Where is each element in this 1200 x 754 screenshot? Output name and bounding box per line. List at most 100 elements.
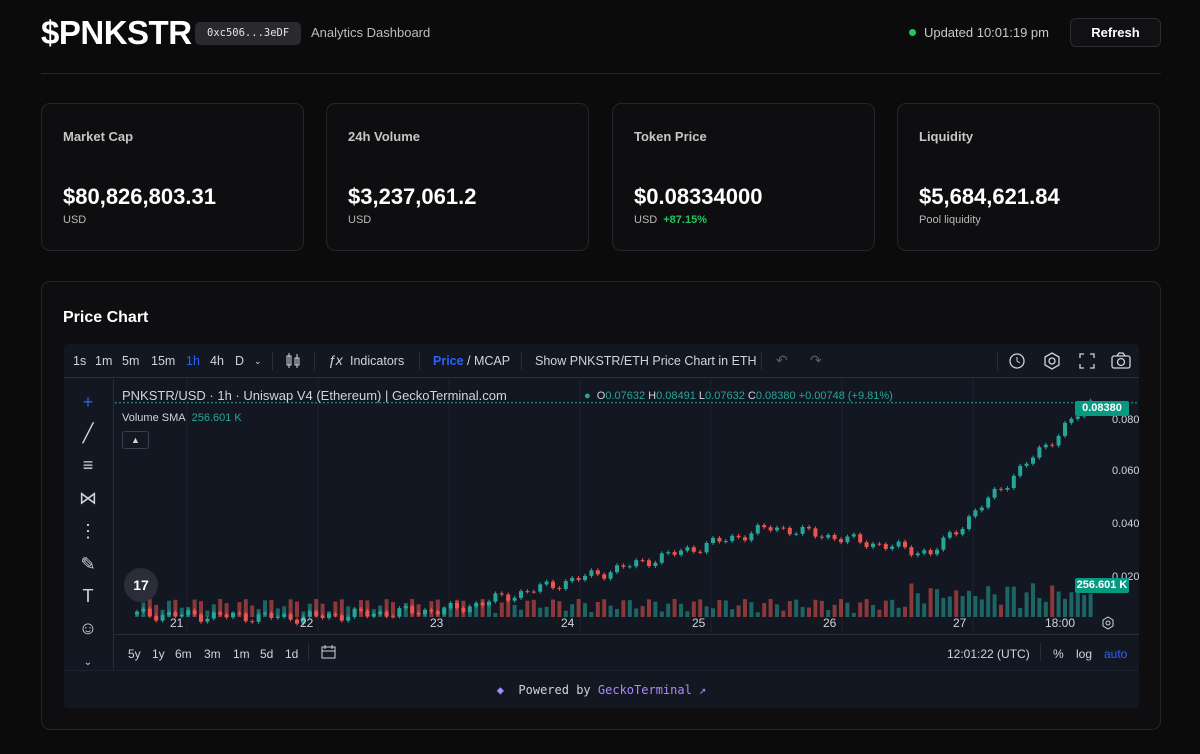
show-eth-button[interactable]: Show PNKSTR/ETH Price Chart in ETH <box>535 354 757 368</box>
candle <box>807 526 811 529</box>
x-tick: 24 <box>561 616 575 630</box>
candle <box>531 591 536 593</box>
mcap-toggle[interactable]: / MCAP <box>467 354 510 368</box>
pattern-icon[interactable]: ⋈ <box>76 486 100 510</box>
volume-bar <box>1069 592 1074 617</box>
volume-bar <box>717 600 722 617</box>
volume-bar <box>525 600 530 617</box>
volume-bar <box>295 601 299 617</box>
horizontal-lines-icon[interactable]: ≡ <box>76 453 100 477</box>
auto-toggle[interactable]: auto <box>1104 647 1127 661</box>
volume-bar <box>1018 607 1023 617</box>
volume-bar <box>583 603 587 617</box>
emoji-icon[interactable]: ☺ <box>76 616 100 640</box>
interval-1s[interactable]: 1s <box>73 354 86 368</box>
ohlc-change: +0.00748 (+9.81%) <box>798 390 893 402</box>
volume-bar <box>723 600 728 617</box>
ohlc-close: 0.08380 <box>755 390 796 402</box>
range-1y[interactable]: 1y <box>152 647 165 661</box>
volume-bar <box>973 595 978 617</box>
text-tool-icon[interactable]: T <box>76 584 100 608</box>
volume-bar <box>877 609 882 617</box>
prediction-icon[interactable]: ⋮ <box>76 519 100 543</box>
interval-1h[interactable]: 1h <box>186 354 200 368</box>
range-1d[interactable]: 1d <box>285 647 298 661</box>
camera-icon[interactable] <box>1110 351 1132 371</box>
range-3m[interactable]: 3m <box>204 647 221 661</box>
trend-line-icon[interactable]: ╱ <box>76 421 100 445</box>
volume-bar <box>935 589 939 617</box>
utc-clock[interactable]: 12:01:22 (UTC) <box>947 647 1030 661</box>
tradingview-logo[interactable]: 17 <box>124 568 158 602</box>
interval-5m[interactable]: 5m <box>122 354 139 368</box>
volume-bar <box>333 601 338 617</box>
stat-label: Liquidity <box>919 129 974 144</box>
calendar-range-icon[interactable] <box>320 643 338 661</box>
volume-bar <box>576 599 581 617</box>
volume-bar <box>1005 586 1010 617</box>
volume-bar <box>519 609 523 617</box>
candle <box>634 560 639 567</box>
candle-type-icon[interactable] <box>284 352 302 370</box>
volume-bar <box>243 599 248 617</box>
price-toggle[interactable]: Price <box>433 354 464 368</box>
percent-toggle[interactable]: % <box>1053 647 1064 661</box>
candle <box>551 581 555 588</box>
volume-bar <box>551 599 555 617</box>
volume-bar <box>557 601 562 617</box>
interval-d[interactable]: D <box>235 354 244 368</box>
update-status: Updated 10:01:19 pm <box>908 25 1049 40</box>
stat-card-token-price: Token Price $0.08334000 USD +87.15% <box>612 103 875 251</box>
fullscreen-icon[interactable] <box>1077 351 1097 371</box>
volume-bar <box>480 599 485 617</box>
candle <box>768 527 773 531</box>
range-5y[interactable]: 5y <box>128 647 141 661</box>
tradingview-widget[interactable]: 1s 1m 5m 15m 1h 4h D ⌄ ƒx Indicators Pri… <box>64 344 1139 708</box>
volume-tag: 256.601 K <box>1075 578 1129 593</box>
log-toggle[interactable]: log <box>1076 647 1092 661</box>
refresh-button[interactable]: Refresh <box>1070 18 1161 47</box>
volume-bar <box>147 599 152 617</box>
alert-clock-icon[interactable] <box>1008 351 1028 371</box>
contract-address-badge[interactable]: 0xc506...3eDF <box>195 22 302 45</box>
ohlc-readout: ● O0.07632 H0.08491 L0.07632 C0.08380 +0… <box>584 390 893 402</box>
indicators-icon[interactable]: ƒx <box>328 352 343 368</box>
indicators-button[interactable]: Indicators <box>350 354 404 368</box>
interval-4h[interactable]: 4h <box>210 354 224 368</box>
interval-15m[interactable]: 15m <box>151 354 175 368</box>
volume-bar <box>1075 590 1080 617</box>
brush-icon[interactable]: ✎ <box>76 552 100 576</box>
volume-bar <box>199 601 203 617</box>
redo-icon[interactable]: ↷ <box>810 352 822 369</box>
volume-bar <box>538 607 543 617</box>
axis-settings-icon[interactable] <box>1100 615 1116 631</box>
candle <box>800 526 805 534</box>
range-5d[interactable]: 5d <box>260 647 273 661</box>
interval-dropdown-icon[interactable]: ⌄ <box>254 356 262 367</box>
volume-sma-label: Volume SMA <box>122 412 186 424</box>
y-tick: 0.04000 <box>1112 518 1139 530</box>
geckoterminal-link[interactable]: GeckoTerminal ↗ <box>598 683 706 697</box>
crosshair-icon[interactable]: + <box>76 390 100 414</box>
volume-bar <box>487 602 491 617</box>
volume-bar <box>883 600 888 617</box>
volume-bar <box>595 601 600 617</box>
settings-gear-icon[interactable] <box>1042 351 1062 371</box>
volume-bar <box>314 599 319 617</box>
volume-bar <box>813 599 818 617</box>
candle <box>499 593 504 595</box>
x-tick: 26 <box>823 616 837 630</box>
volume-bar <box>1037 598 1042 617</box>
candle <box>749 533 754 541</box>
legend-dot-icon: ● <box>584 390 591 402</box>
range-1m[interactable]: 1m <box>233 647 250 661</box>
price-plot[interactable] <box>115 379 1139 633</box>
range-6m[interactable]: 6m <box>175 647 192 661</box>
undo-icon[interactable]: ↶ <box>776 352 788 369</box>
collapse-legend-button[interactable]: ▲ <box>122 431 149 449</box>
candle <box>704 542 709 553</box>
interval-1m[interactable]: 1m <box>95 354 112 368</box>
stat-value: $80,826,803.31 <box>63 184 216 209</box>
candle <box>346 616 351 621</box>
candle <box>1024 463 1029 466</box>
